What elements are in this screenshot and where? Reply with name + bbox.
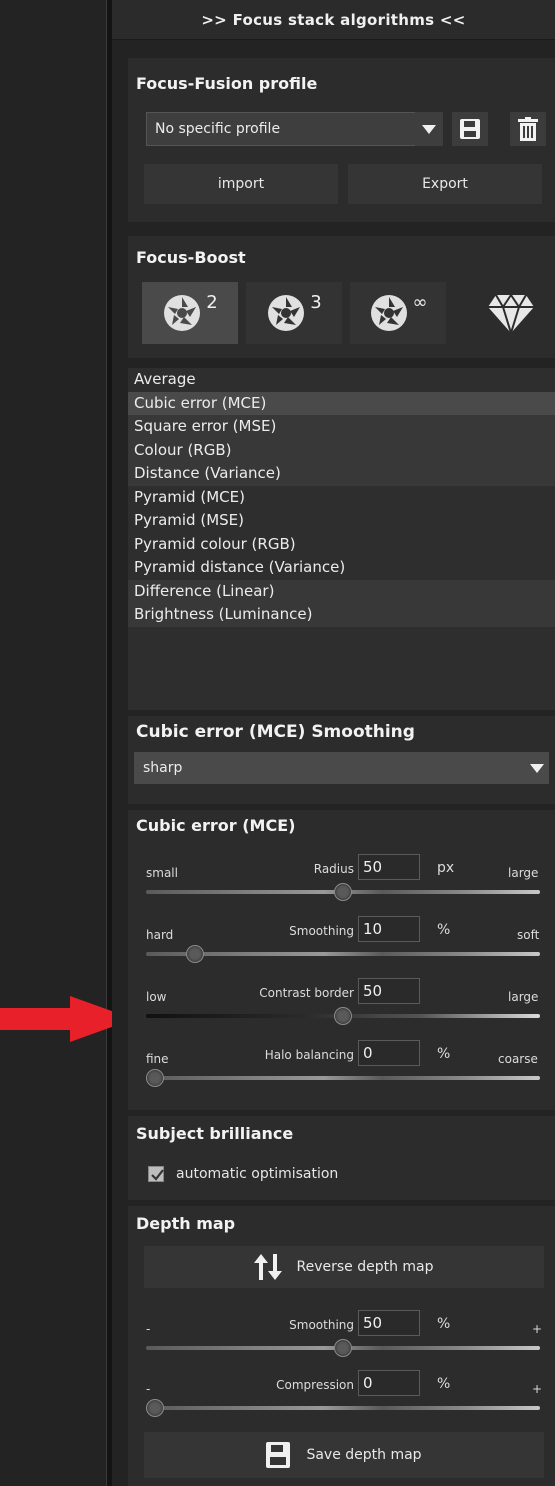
algorithm-item-distance[interactable]: Distance (Variance) (128, 462, 555, 486)
swap-arrows-icon (254, 1254, 283, 1280)
boost-diamond-button[interactable] (478, 282, 544, 344)
diamond-icon (488, 293, 534, 333)
depth-smoothing-slider-knob[interactable] (334, 1339, 352, 1357)
depth-smoothing-input[interactable]: 50 (358, 1310, 420, 1336)
smoothing-select[interactable]: sharp (134, 752, 549, 784)
compression-input[interactable]: 0 (358, 1370, 420, 1396)
compression-max-label: + (532, 1382, 543, 1396)
algorithm-item-brightness[interactable]: Brightness (Luminance) (128, 603, 555, 627)
halo-label: Halo balancing (264, 1048, 354, 1062)
smoothing-slider-track[interactable] (146, 952, 540, 956)
brilliance-title: Subject brilliance (136, 1124, 294, 1143)
algorithm-item-cubic-error[interactable]: Cubic error (MCE) (128, 391, 555, 415)
boost-2-button[interactable]: 2 (142, 282, 238, 344)
depth-smoothing-label: Smoothing (289, 1318, 354, 1332)
contrast-input[interactable]: 50 (358, 978, 420, 1004)
focus-stack-panel: >> Focus stack algorithms << Focus-Fusio… (112, 0, 555, 1486)
depth-smoothing-min-label: - (146, 1322, 151, 1336)
checkmark-icon (151, 1169, 164, 1181)
profile-section: Focus-Fusion profile No specific profile (128, 58, 555, 222)
save-depth-map-button[interactable]: Save depth map (144, 1432, 544, 1478)
brilliance-section: Subject brilliance automatic optimisatio… (128, 1116, 555, 1200)
contrast-min-label: low (146, 990, 167, 1004)
left-sidebar-strip (0, 0, 106, 1486)
compression-label: Compression (276, 1378, 354, 1392)
depth-smoothing-max-label: + (532, 1322, 543, 1336)
mce-section: Cubic error (MCE) small Radius 50 px lar… (128, 810, 555, 1110)
algorithm-item-pyramid-mse[interactable]: Pyramid (MSE) (128, 509, 555, 533)
halo-slider-track[interactable] (146, 1076, 540, 1080)
smoothing-dropdown-arrow-icon[interactable] (524, 752, 549, 784)
algorithm-item-pyramid-colour[interactable]: Pyramid colour (RGB) (128, 533, 555, 557)
contrast-slider-knob[interactable] (334, 1007, 352, 1025)
algorithm-item-pyramid-distance[interactable]: Pyramid distance (Variance) (128, 556, 555, 580)
compression-slider-track[interactable] (146, 1406, 540, 1410)
radius-input[interactable]: 50 (358, 854, 420, 880)
floppy-disk-icon (266, 1442, 291, 1468)
compression-min-label: - (146, 1382, 151, 1396)
algorithm-item-average[interactable]: Average (128, 368, 555, 392)
algorithm-item-colour[interactable]: Colour (RGB) (128, 438, 555, 462)
boost-3-label: 3 (310, 292, 322, 313)
halo-min-label: fine (146, 1052, 169, 1066)
import-button[interactable]: import (144, 164, 338, 204)
algorithm-list[interactable]: Average Cubic error (MCE) Square error (… (128, 368, 555, 710)
panel-header[interactable]: >> Focus stack algorithms << (112, 0, 555, 40)
radius-unit: px (437, 860, 455, 876)
boost-3-button[interactable]: 3 (246, 282, 342, 344)
focus-boost-section: Focus-Boost 2 3 ∞ (128, 236, 555, 358)
auto-optimisation-label[interactable]: automatic optimisation (176, 1166, 338, 1182)
trash-icon (518, 117, 538, 141)
save-profile-button[interactable] (452, 112, 488, 146)
radius-label: Radius (313, 862, 354, 876)
delete-profile-button[interactable] (510, 112, 546, 146)
boost-2-label: 2 (206, 292, 218, 313)
contrast-label: Contrast border (259, 986, 354, 1000)
aperture-icon (164, 295, 201, 331)
profile-select[interactable]: No specific profile (146, 112, 442, 146)
smoothing-min-label: hard (146, 928, 174, 942)
depth-smoothing-unit: % (437, 1316, 451, 1332)
smoothing-select-value: sharp (143, 760, 183, 776)
profile-title: Focus-Fusion profile (136, 74, 318, 93)
focus-boost-title: Focus-Boost (136, 248, 246, 267)
depth-map-section: Depth map Reverse depth map - Smoothing … (128, 1206, 555, 1486)
halo-unit: % (437, 1046, 451, 1062)
algorithm-item-difference[interactable]: Difference (Linear) (128, 579, 555, 603)
mce-smoothing-title: Cubic error (MCE) Smoothing (136, 722, 415, 742)
compression-slider-knob[interactable] (146, 1399, 164, 1417)
radius-min-label: small (146, 866, 178, 880)
save-depth-map-label: Save depth map (306, 1447, 422, 1463)
boost-infinity-label: ∞ (412, 292, 428, 313)
algorithm-item-pyramid-mce[interactable]: Pyramid (MCE) (128, 486, 555, 510)
floppy-disk-icon (460, 119, 480, 139)
halo-max-label: coarse (498, 1052, 538, 1066)
aperture-icon (268, 295, 305, 331)
radius-slider-knob[interactable] (334, 883, 352, 901)
smoothing-input[interactable]: 10 (358, 916, 420, 942)
smoothing-slider-knob[interactable] (186, 945, 204, 963)
auto-optimisation-checkbox[interactable] (148, 1166, 164, 1182)
smoothing-unit: % (437, 922, 451, 938)
reverse-depth-map-button[interactable]: Reverse depth map (144, 1246, 544, 1288)
profile-select-value: No specific profile (155, 121, 281, 137)
profile-dropdown-arrow-icon[interactable] (415, 112, 443, 146)
depth-map-title: Depth map (136, 1214, 236, 1233)
mce-title: Cubic error (MCE) (136, 816, 296, 835)
aperture-icon (370, 295, 407, 331)
boost-infinity-button[interactable]: ∞ (350, 282, 446, 344)
reverse-depth-map-label: Reverse depth map (296, 1259, 434, 1275)
radius-max-label: large (508, 866, 539, 880)
algorithm-item-square-error[interactable]: Square error (MSE) (128, 415, 555, 439)
compression-unit: % (437, 1376, 451, 1392)
export-button[interactable]: Export (348, 164, 542, 204)
halo-input[interactable]: 0 (358, 1040, 420, 1066)
halo-slider-knob[interactable] (146, 1069, 164, 1087)
contrast-max-label: large (508, 990, 539, 1004)
smoothing-label: Smoothing (289, 924, 354, 938)
mce-smoothing-section: Cubic error (MCE) Smoothing sharp (128, 716, 555, 804)
smoothing-max-label: soft (517, 928, 540, 942)
